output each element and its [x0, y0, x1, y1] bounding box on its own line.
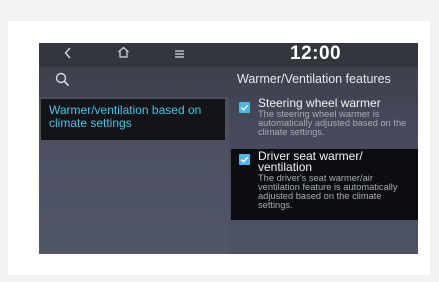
back-chevron-icon[interactable] — [64, 46, 72, 62]
clock-time: 12:00 — [290, 43, 342, 64]
option-description: The driver's seat warmer/air ventilation… — [258, 173, 398, 210]
page-title: Warmer/Ventilation features — [237, 72, 391, 86]
option-steering-wheel-warmer[interactable]: Steering wheel warmer The steering wheel… — [231, 96, 418, 150]
menu-icon[interactable] — [174, 46, 185, 62]
option-title: Driver seat warmer/ ventilation — [258, 149, 363, 174]
search-icon[interactable] — [55, 72, 70, 92]
option-description: The steering wheel warmer is automatical… — [258, 109, 407, 137]
menu-item-label: Warmer/ventilation based on climate sett… — [49, 103, 202, 130]
infotainment-screen: 12:00 Warmer/Ventilation features Warmer… — [39, 43, 418, 254]
checkbox-checked-icon[interactable] — [239, 154, 250, 165]
option-driver-seat-warmer-ventilation[interactable]: Driver seat warmer/ ventilation The driv… — [231, 149, 418, 220]
home-icon[interactable] — [117, 45, 130, 61]
menu-item-warmer-ventilation-climate[interactable]: Warmer/ventilation based on climate sett… — [41, 99, 225, 140]
option-title: Steering wheel warmer — [258, 96, 381, 110]
checkbox-checked-icon[interactable] — [239, 102, 250, 113]
top-bar: 12:00 — [39, 43, 418, 67]
